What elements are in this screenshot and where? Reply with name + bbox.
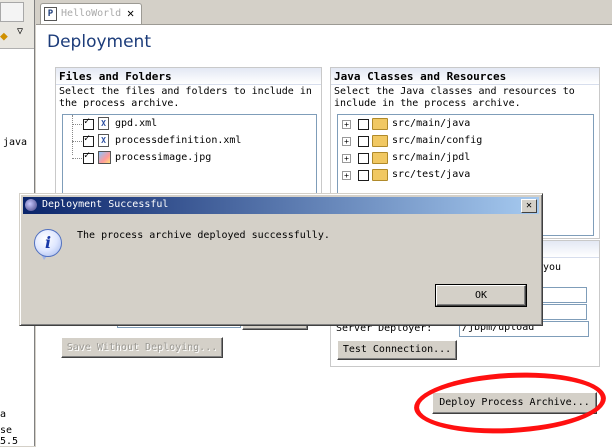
tree-item-src-test-java[interactable]: + src/test/java <box>338 168 588 184</box>
expand-icon[interactable]: + <box>342 120 351 129</box>
tab-label: HelloWorld <box>61 8 122 19</box>
tree-item-src-main-config[interactable]: + src/main/config <box>338 134 588 150</box>
section-header: Java Classes and Resources <box>331 68 599 85</box>
tree-connector <box>72 158 82 159</box>
tree-item-label: processimage.jpg <box>115 152 212 163</box>
xml-file-icon: X <box>98 134 109 147</box>
tree-item-label: processdefinition.xml <box>115 135 242 146</box>
expand-icon[interactable]: + <box>342 154 351 163</box>
section-header: Files and Folders <box>56 68 321 85</box>
close-icon[interactable]: ✕ <box>521 199 537 213</box>
gpd-xml-checkbox[interactable] <box>83 116 94 130</box>
page-title: Deployment <box>47 32 151 52</box>
deployment-successful-dialog: Deployment Successful ✕ i The process ar… <box>19 193 543 326</box>
tree-item-label: src/main/java <box>392 118 471 129</box>
tree-connector <box>72 141 82 142</box>
xml-file-icon: X <box>98 117 109 130</box>
info-icon: i <box>34 229 62 257</box>
tab-helloworld[interactable]: P HelloWorld ✕ <box>40 3 142 24</box>
tree-item-label: src/main/jpdl <box>392 152 471 163</box>
package-folder-icon <box>372 169 388 181</box>
src-test-java-checkbox[interactable] <box>358 170 369 181</box>
left-view-toolbar: ◆ ▽ <box>0 0 34 49</box>
section-description: Select the files and folders to include … <box>59 86 312 110</box>
expand-icon[interactable]: + <box>342 171 351 180</box>
tree-item-gpd-xml[interactable]: X gpd.xml <box>63 116 313 133</box>
tree-item-label: src/test/java <box>392 169 471 180</box>
window-sash[interactable] <box>0 2 24 22</box>
image-file-icon <box>98 151 111 164</box>
package-folder-icon <box>372 152 388 164</box>
src-main-config-checkbox[interactable] <box>358 136 369 147</box>
dialog-title: Deployment Successful <box>42 199 169 210</box>
process-file-icon: P <box>44 7 57 21</box>
processimage-jpg-checkbox[interactable] <box>83 150 94 164</box>
section-title: Java Classes and Resources <box>334 70 507 83</box>
eclipse-icon <box>25 199 37 211</box>
save-without-deploying-button[interactable]: Save Without Deploying... <box>61 337 223 358</box>
server-section-text: you <box>543 262 562 273</box>
tree-item-src-main-java[interactable]: + src/main/java <box>338 117 588 133</box>
ok-button[interactable]: OK <box>435 284 527 307</box>
expand-icon[interactable]: + <box>342 137 351 146</box>
package-folder-icon <box>372 118 388 130</box>
description-line: Select the files and folders to include … <box>59 86 312 97</box>
description-line: Select the Java classes and resources to <box>334 86 575 97</box>
tab-close-icon[interactable]: ✕ <box>127 6 134 20</box>
tree-item-label: gpd.xml <box>115 118 158 129</box>
left-text-java: java <box>3 137 28 148</box>
src-main-java-checkbox[interactable] <box>358 119 369 130</box>
description-line: include in the process archive. <box>334 98 521 109</box>
left-text-se: se 5.5 <box>0 425 19 447</box>
view-menu-icon[interactable]: ▽ <box>17 26 23 37</box>
src-main-jpdl-checkbox[interactable] <box>358 153 369 164</box>
tree-item-label: src/main/config <box>392 135 483 146</box>
left-text-a: a <box>0 409 7 420</box>
section-title: Files and Folders <box>59 70 172 83</box>
section-description: Select the Java classes and resources to… <box>334 86 575 110</box>
tree-item-src-main-jpdl[interactable]: + src/main/jpdl <box>338 151 588 167</box>
tree-item-processdefinition-xml[interactable]: X processdefinition.xml <box>63 133 313 150</box>
test-connection-button[interactable]: Test Connection... <box>337 340 457 360</box>
tree-item-processimage-jpg[interactable]: processimage.jpg <box>63 150 313 167</box>
description-line: the process archive. <box>59 98 180 109</box>
processdefinition-xml-checkbox[interactable] <box>83 133 94 147</box>
dialog-titlebar[interactable]: Deployment Successful ✕ <box>23 197 539 214</box>
tree-connector <box>72 124 82 125</box>
package-folder-icon <box>372 135 388 147</box>
toolbar-tool-icon[interactable]: ◆ <box>0 29 8 44</box>
dialog-message: The process archive deployed successfull… <box>77 230 330 241</box>
